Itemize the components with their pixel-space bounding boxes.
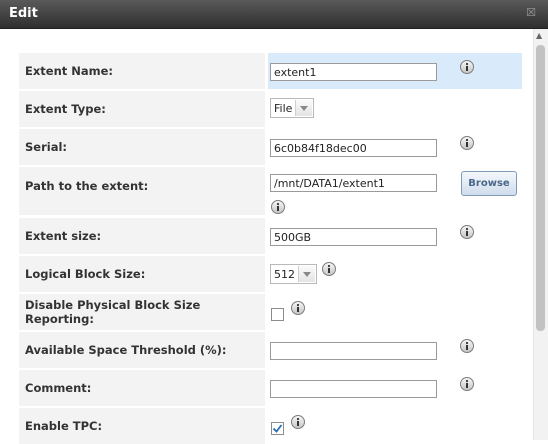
extent-type-value: File	[274, 101, 293, 115]
info-icon[interactable]	[460, 136, 474, 150]
info-icon[interactable]	[291, 415, 305, 429]
extent-size-input[interactable]: 500GB	[270, 228, 437, 246]
extent-name-input[interactable]: extent1	[270, 63, 437, 81]
info-icon[interactable]	[460, 225, 474, 239]
extent-size-label: Extent size:	[19, 218, 265, 254]
dialog-title: Edit	[9, 6, 38, 21]
scroll-up-icon[interactable]: ▲	[536, 31, 542, 40]
serial-label: Serial:	[19, 129, 265, 165]
path-input[interactable]: /mnt/DATA1/extent1	[270, 174, 437, 192]
enable-tpc-checkbox[interactable]	[271, 422, 284, 435]
scrollbar-thumb[interactable]	[536, 45, 545, 331]
logical-block-size-value: 512	[274, 267, 295, 281]
extent-type-select[interactable]: File	[270, 98, 315, 118]
close-icon[interactable]: ☒	[526, 6, 536, 19]
info-icon[interactable]	[460, 377, 474, 391]
avail-threshold-label: Available Space Threshold (%):	[19, 332, 265, 368]
info-icon[interactable]	[291, 301, 305, 315]
checkmark-icon	[272, 424, 283, 433]
chevron-down-icon[interactable]	[298, 266, 315, 282]
scrollbar[interactable]: ▲	[533, 29, 548, 440]
extent-name-label: Extent Name:	[19, 53, 265, 89]
enable-tpc-label: Enable TPC:	[19, 408, 265, 444]
info-icon[interactable]	[460, 339, 474, 353]
dialog-titlebar: Edit ☒	[0, 0, 548, 29]
comment-input[interactable]	[270, 380, 437, 398]
disable-pbsr-label: Disable Physical Block Size Reporting:	[19, 294, 265, 330]
avail-threshold-input[interactable]	[270, 342, 437, 360]
serial-input[interactable]: 6c0b84f18dec00	[270, 139, 437, 157]
browse-button[interactable]: Browse	[461, 171, 517, 196]
info-icon[interactable]	[460, 60, 474, 74]
logical-block-size-select[interactable]: 512	[270, 264, 317, 284]
comment-label: Comment:	[19, 370, 265, 406]
chevron-down-icon[interactable]	[295, 100, 313, 116]
logical-block-size-label: Logical Block Size:	[19, 256, 265, 292]
path-label: Path to the extent:	[19, 167, 265, 215]
extent-type-label: Extent Type:	[19, 91, 265, 127]
disable-pbsr-checkbox[interactable]	[271, 308, 284, 321]
info-icon[interactable]	[322, 262, 336, 276]
info-icon[interactable]	[271, 200, 285, 214]
